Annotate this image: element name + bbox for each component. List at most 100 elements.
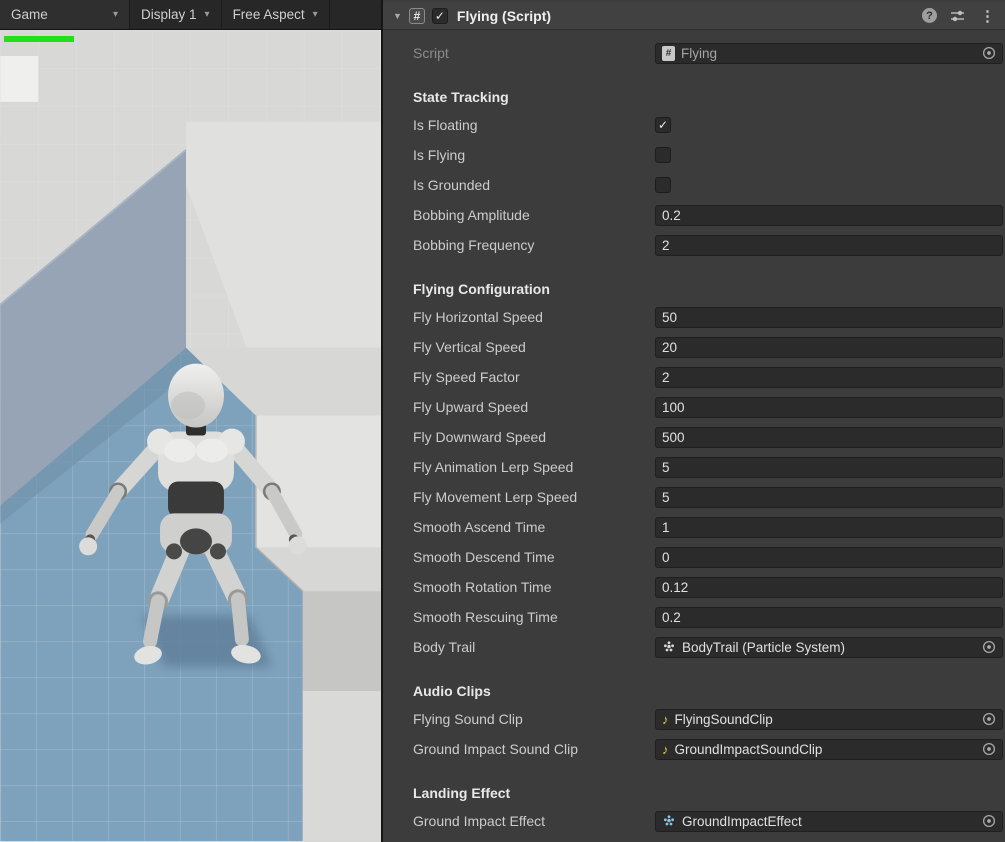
display-dropdown[interactable]: Display 1 ▾ (130, 0, 222, 29)
fly-movement-lerp-speed-field[interactable]: 5 (655, 486, 1003, 508)
field-value: 5 (662, 489, 670, 505)
ground-impact-sound-clip-object-field[interactable]: ♪ GroundImpactSoundClip (655, 738, 1003, 760)
property-label: Fly Upward Speed (413, 399, 529, 415)
property-row: Flying Sound Clip ♪ FlyingSoundClip (383, 704, 1005, 734)
property-label: Fly Movement Lerp Speed (413, 489, 578, 505)
field-value: 0.12 (662, 579, 689, 595)
fly-upward-speed-field[interactable]: 100 (655, 396, 1003, 418)
fly-vertical-speed-field[interactable]: 20 (655, 336, 1003, 358)
property-label: Fly Vertical Speed (413, 339, 526, 355)
is-grounded-checkbox[interactable] (655, 177, 671, 193)
chevron-down-icon: ▾ (112, 9, 118, 20)
field-value: 500 (662, 429, 685, 445)
object-picker-icon[interactable] (976, 814, 996, 828)
smooth-descend-time-field[interactable]: 0 (655, 546, 1003, 568)
fly-horizontal-speed-field[interactable]: 50 (655, 306, 1003, 328)
property-row: Fly Horizontal Speed 50 (383, 302, 1005, 332)
property-label: Smooth Ascend Time (413, 519, 546, 535)
game-view-panel: Game ▾ Display 1 ▾ Free Aspect ▾ (0, 0, 383, 842)
property-label: Bobbing Amplitude (413, 207, 530, 223)
property-label: Ground Impact Effect (413, 813, 546, 829)
ground-impact-effect-object-field[interactable]: GroundImpactEffect (655, 810, 1003, 832)
property-label: Smooth Descend Time (413, 549, 555, 565)
field-value: 100 (662, 399, 685, 415)
property-row: Ground Impact Sound Clip ♪ GroundImpactS… (383, 734, 1005, 764)
health-bar (4, 36, 74, 42)
property-row: Fly Animation Lerp Speed 5 (383, 452, 1005, 482)
bobbing-amplitude-field[interactable]: 0.2 (655, 204, 1003, 226)
csharp-script-icon: # (408, 7, 425, 24)
unity-editor-window: Game ▾ Display 1 ▾ Free Aspect ▾ ▼ # ✓ F… (0, 0, 1005, 842)
fly-speed-factor-field[interactable]: 2 (655, 366, 1003, 388)
property-label: Ground Impact Sound Clip (413, 741, 578, 757)
property-label: Flying Sound Clip (413, 711, 523, 727)
display-dropdown-label: Display 1 (141, 7, 197, 22)
field-value: 0 (662, 549, 670, 565)
object-picker-icon[interactable] (976, 742, 996, 756)
property-label: Fly Animation Lerp Speed (413, 459, 574, 475)
component-enabled-checkbox[interactable] (431, 7, 448, 24)
is-floating-checkbox[interactable] (655, 117, 671, 133)
property-row: Is Grounded (383, 170, 1005, 200)
property-row: Bobbing Amplitude 0.2 (383, 200, 1005, 230)
object-name: GroundImpactSoundClip (674, 741, 823, 757)
property-label: Bobbing Frequency (413, 237, 535, 253)
property-row: Fly Speed Factor 2 (383, 362, 1005, 392)
property-label: Body Trail (413, 639, 476, 655)
field-value: 0.2 (662, 609, 681, 625)
property-row: Smooth Rotation Time 0.12 (383, 572, 1005, 602)
audio-clip-icon: ♪ (662, 741, 669, 757)
game-view-tab[interactable]: Game ▾ (0, 0, 130, 29)
is-flying-checkbox[interactable] (655, 147, 671, 163)
field-value: 2 (662, 237, 670, 253)
smooth-rotation-time-field[interactable]: 0.12 (655, 576, 1003, 598)
flying-sound-clip-object-field[interactable]: ♪ FlyingSoundClip (655, 708, 1003, 730)
property-label: Fly Horizontal Speed (413, 309, 543, 325)
property-row: Fly Movement Lerp Speed 5 (383, 482, 1005, 512)
more-options-icon[interactable]: ⋮ (978, 7, 997, 25)
audio-clip-icon: ♪ (662, 711, 669, 727)
object-name: Flying (681, 45, 718, 61)
bobbing-frequency-field[interactable]: 2 (655, 234, 1003, 256)
field-value: 20 (662, 339, 678, 355)
aspect-dropdown-label: Free Aspect (232, 7, 305, 22)
object-picker-icon[interactable] (976, 712, 996, 726)
object-picker-icon[interactable] (976, 46, 996, 60)
smooth-ascend-time-field[interactable]: 1 (655, 516, 1003, 538)
game-tab-label: Game (11, 7, 48, 22)
script-file-icon: # (662, 45, 675, 61)
property-row-script: Script # Flying (383, 38, 1005, 68)
field-value: 50 (662, 309, 678, 325)
property-label: Smooth Rotation Time (413, 579, 552, 595)
fly-animation-lerp-speed-field[interactable]: 5 (655, 456, 1003, 478)
inspector-panel: ▼ # Flying (Script) ? ⋮ Script # Flying … (383, 0, 1005, 842)
property-row: Bobbing Frequency 2 (383, 230, 1005, 260)
component-title: Flying (Script) (456, 7, 552, 24)
smooth-rescuing-time-field[interactable]: 0.2 (655, 606, 1003, 628)
chevron-down-icon: ▾ (204, 9, 210, 20)
object-name: FlyingSoundClip (674, 711, 773, 727)
chevron-down-icon: ▾ (312, 9, 318, 20)
aspect-ratio-dropdown[interactable]: Free Aspect ▾ (222, 0, 330, 29)
help-icon[interactable]: ? (922, 8, 937, 23)
property-label: Script (413, 45, 449, 61)
property-label: Fly Speed Factor (413, 369, 520, 385)
object-picker-icon[interactable] (976, 640, 996, 654)
fly-downward-speed-field[interactable]: 500 (655, 426, 1003, 448)
particle-system-icon (662, 640, 676, 654)
presets-icon[interactable] (950, 9, 965, 23)
field-value: 1 (662, 519, 670, 535)
section-header-flying-configuration: Flying Configuration (413, 281, 550, 297)
section-header-landing-effect: Landing Effect (413, 785, 511, 801)
component-header[interactable]: ▼ # Flying (Script) ? ⋮ (383, 2, 1005, 30)
foldout-arrow-icon[interactable]: ▼ (393, 11, 402, 21)
property-label: Smooth Rescuing Time (413, 609, 558, 625)
property-row: Fly Upward Speed 100 (383, 392, 1005, 422)
property-label: Is Grounded (413, 177, 491, 193)
body-trail-object-field[interactable]: BodyTrail (Particle System) (655, 636, 1003, 658)
property-row: Ground Impact Effect GroundImpactEffect (383, 806, 1005, 836)
property-row: Fly Vertical Speed 20 (383, 332, 1005, 362)
effect-prefab-icon (662, 814, 676, 828)
field-value: 0.2 (662, 207, 681, 223)
script-object-field[interactable]: # Flying (655, 42, 1003, 64)
